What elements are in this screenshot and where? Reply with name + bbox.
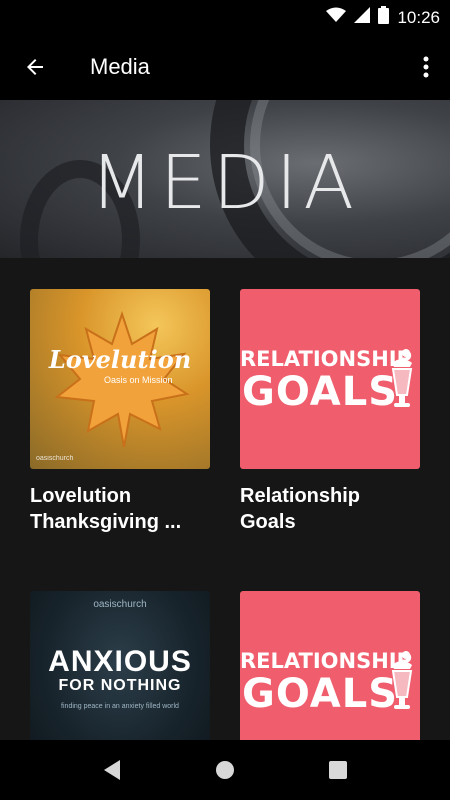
art-logo: oasischurch bbox=[36, 455, 74, 462]
media-thumbnail: oasischurch ANXIOUS FOR NOTHING finding … bbox=[30, 591, 210, 740]
arrow-back-icon bbox=[27, 59, 43, 75]
media-thumbnail: RELATIONSHIP GOALS bbox=[240, 591, 420, 740]
battery-icon bbox=[378, 6, 390, 29]
page-title: Media bbox=[90, 54, 150, 79]
overflow-menu-button[interactable] bbox=[414, 50, 438, 84]
status-bar: 10:26 bbox=[0, 0, 450, 33]
milkshake-icon bbox=[391, 349, 413, 407]
wifi-icon bbox=[326, 7, 347, 28]
nav-recents-button[interactable] bbox=[326, 758, 350, 782]
media-card[interactable]: Lovelution Oasis on Mission oasischurch … bbox=[30, 289, 210, 535]
media-card[interactable]: oasischurch ANXIOUS FOR NOTHING finding … bbox=[30, 591, 210, 740]
status-icons: 10:26 bbox=[326, 6, 440, 29]
art-line2: FOR NOTHING bbox=[58, 677, 182, 694]
media-card[interactable]: RELATIONSHIP GOALS bbox=[240, 591, 420, 740]
art-line2: GOALS bbox=[241, 671, 398, 717]
system-nav-bar bbox=[0, 740, 450, 800]
art-logo: oasischurch bbox=[93, 599, 147, 610]
media-card-title: Relationship Goals bbox=[240, 485, 361, 533]
art-line1: ANXIOUS bbox=[48, 645, 192, 678]
back-triangle-icon bbox=[104, 760, 120, 780]
status-time: 10:26 bbox=[397, 7, 440, 27]
art-subtitle: finding peace in an anxiety filled world bbox=[61, 703, 179, 710]
art-line1: RELATIONSHIP bbox=[240, 347, 412, 371]
art-line1: RELATIONSHIP bbox=[240, 649, 412, 673]
nav-home-button[interactable] bbox=[213, 758, 237, 782]
recents-square-icon bbox=[329, 761, 347, 779]
art-subtitle: Oasis on Mission bbox=[104, 375, 173, 385]
banner-title: MEDIA bbox=[89, 140, 361, 226]
cell-signal-icon bbox=[354, 7, 371, 28]
media-thumbnail: Lovelution Oasis on Mission oasischurch bbox=[30, 289, 210, 469]
more-vert-icon bbox=[423, 56, 429, 78]
nav-back-button[interactable] bbox=[100, 758, 124, 782]
media-grid: Lovelution Oasis on Mission oasischurch … bbox=[0, 258, 450, 740]
app-bar: Media bbox=[0, 33, 450, 100]
art-line2: GOALS bbox=[241, 369, 398, 415]
art-headline: Lovelution bbox=[48, 345, 192, 374]
media-thumbnail: RELATIONSHIP GOALS bbox=[240, 289, 420, 469]
milkshake-icon bbox=[391, 651, 413, 709]
media-banner: MEDIA bbox=[0, 100, 450, 258]
back-button[interactable] bbox=[18, 50, 52, 84]
media-card[interactable]: RELATIONSHIP GOALS Relationship Goals bbox=[240, 289, 420, 535]
media-card-title: Lovelution Thanksgiving ... bbox=[30, 485, 182, 533]
home-circle-icon bbox=[216, 761, 234, 779]
